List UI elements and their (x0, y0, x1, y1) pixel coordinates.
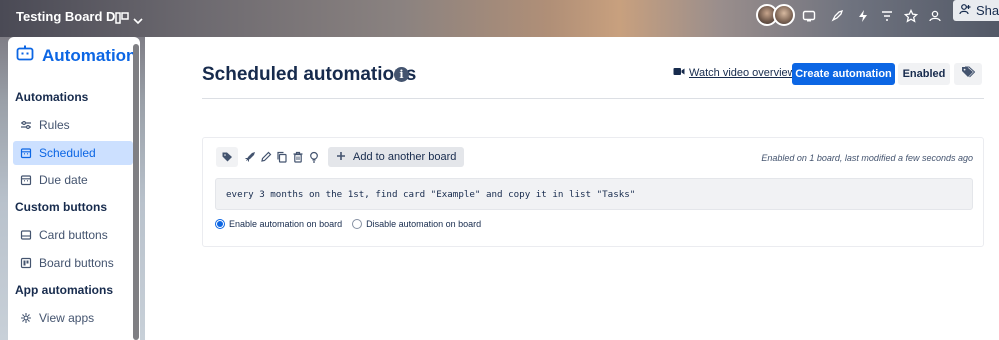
suggest-button[interactable] (306, 147, 322, 167)
create-automation-button[interactable]: Create automation (792, 63, 895, 85)
rocket-icon (245, 152, 255, 162)
power-up-icon[interactable] (802, 9, 816, 23)
delete-button[interactable] (290, 147, 306, 167)
sidebar-item-label: View apps (39, 311, 95, 325)
share-label: Shar (976, 3, 999, 18)
sliders-icon (20, 119, 32, 131)
share-button[interactable]: Shar (953, 0, 999, 21)
info-icon[interactable]: i (394, 67, 409, 82)
add-to-board-label: Add to another board (353, 151, 457, 163)
star-icon[interactable] (903, 8, 919, 23)
lightbulb-icon (310, 151, 318, 163)
edit-button[interactable] (258, 147, 274, 167)
automation-sidebar: Automation Automations Rules Scheduled D… (8, 37, 140, 340)
board-icon (20, 257, 32, 269)
video-camera-icon (673, 67, 685, 79)
copy-icon (277, 151, 287, 163)
radio-unchecked-icon[interactable] (352, 219, 363, 229)
section-automations: Automations (15, 90, 89, 104)
sidebar-header: Automation (16, 45, 136, 66)
sidebar-scrollbar[interactable] (133, 44, 139, 340)
add-to-board-button[interactable]: Add to another board (328, 147, 465, 167)
robot-icon (16, 45, 34, 66)
board-title[interactable]: Testing Board D (16, 9, 115, 24)
sidebar-item-due-date[interactable]: Due date (13, 168, 133, 192)
automation-card: Add to another board Enabled on 1 board,… (202, 137, 984, 247)
pencil-icon (261, 151, 272, 162)
disable-radio-label: Disable automation on board (366, 219, 482, 229)
watch-video-link[interactable]: Watch video overview (673, 67, 796, 79)
sidebar-item-board-buttons[interactable]: Board buttons (13, 251, 133, 275)
sidebar-item-card-buttons[interactable]: Card buttons (13, 223, 133, 247)
people-icon[interactable] (928, 9, 942, 23)
chevron-down-icon[interactable] (133, 12, 143, 30)
rocket-icon[interactable] (830, 9, 844, 23)
run-now-button[interactable] (242, 147, 258, 167)
sidebar-item-label: Scheduled (39, 146, 96, 160)
sidebar-item-label: Card buttons (39, 228, 108, 242)
tag-button[interactable] (216, 147, 238, 167)
gear-icon (20, 312, 32, 324)
rule-description: every 3 months on the 1st, find card "Ex… (215, 178, 973, 210)
header-divider (202, 98, 984, 99)
plus-icon (336, 151, 346, 164)
sidebar-item-label: Due date (39, 173, 88, 187)
filter-icon[interactable] (880, 9, 894, 23)
add-person-icon (959, 3, 971, 18)
card-icon (20, 229, 32, 241)
tag-icon (961, 65, 976, 83)
page-title: Scheduled automations (202, 64, 417, 85)
sidebar-title: Automation (42, 45, 137, 65)
board-view-icon[interactable] (115, 11, 129, 29)
sidebar-item-label: Board buttons (39, 256, 114, 270)
card-toolbar: Add to another board (216, 147, 465, 167)
copy-button[interactable] (274, 147, 290, 167)
enabled-filter-button[interactable]: Enabled (898, 63, 950, 85)
main-panel: Scheduled automations i Watch video over… (145, 37, 999, 340)
section-app-automations: App automations (15, 283, 113, 297)
section-custom-buttons: Custom buttons (15, 200, 107, 214)
enable-radio[interactable]: Enable automation on board (215, 219, 342, 229)
automation-meta: Enabled on 1 board, last modified a few … (761, 153, 973, 163)
tag-icon (222, 152, 232, 162)
disable-radio[interactable]: Disable automation on board (352, 219, 481, 229)
board-header: Testing Board D Shar (0, 0, 999, 37)
tag-filter-button[interactable] (954, 63, 982, 85)
enable-radio-label: Enable automation on board (229, 219, 343, 229)
member-avatars[interactable] (756, 4, 796, 26)
watch-video-label: Watch video overview (689, 67, 796, 79)
automation-bolt-icon[interactable] (856, 9, 870, 23)
radio-checked-icon[interactable] (215, 219, 225, 229)
enable-radio-group: Enable automation on board Disable autom… (215, 219, 481, 229)
sidebar-item-label: Rules (39, 118, 70, 132)
calendar-icon (20, 147, 32, 159)
sidebar-item-view-apps[interactable]: View apps (13, 306, 133, 330)
calendar-icon (20, 174, 32, 186)
avatar[interactable] (773, 4, 795, 26)
sidebar-item-rules[interactable]: Rules (13, 113, 133, 137)
sidebar-item-scheduled[interactable]: Scheduled (13, 141, 133, 165)
trash-icon (293, 151, 303, 163)
